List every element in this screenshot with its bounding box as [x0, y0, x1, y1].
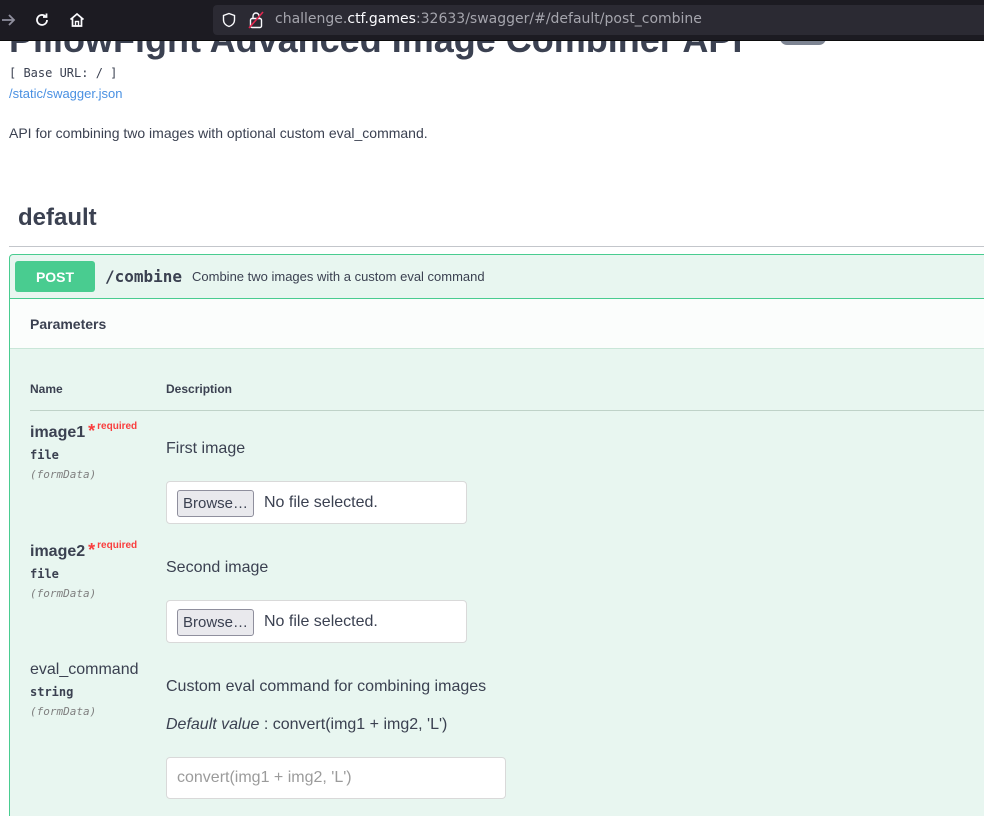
tracking-shield-icon[interactable] [221, 12, 237, 28]
param-name: eval_command [30, 661, 139, 678]
base-url: [ Base URL: / ] [9, 66, 118, 80]
file-status: No file selected. [264, 494, 378, 511]
post-combine-opblock: POST /combine Combine two images with a … [9, 254, 984, 816]
tag-default-header[interactable]: default [18, 204, 97, 232]
param-description: Second image [166, 559, 269, 576]
opblock-summary[interactable]: POST /combine Combine two images with a … [10, 255, 984, 299]
parameters-header: Parameters [10, 299, 984, 349]
param-type: string [30, 685, 74, 699]
insecure-lock-icon[interactable] [248, 11, 264, 29]
operation-path: /combine [105, 267, 183, 286]
browser-toolbar: challenge.ctf.games:32633/swagger/#/defa… [0, 0, 984, 41]
required-star: * [88, 540, 96, 560]
image1-file-input[interactable]: Browse… No file selected. [166, 481, 467, 524]
column-header-name: Name [30, 382, 63, 396]
param-location: (formData) [30, 705, 97, 718]
param-type: file [30, 567, 59, 581]
required-label: required [97, 540, 138, 551]
required-label: required [97, 421, 138, 432]
tag-divider [9, 246, 984, 247]
address-bar[interactable]: challenge.ctf.games:32633/swagger/#/defa… [213, 5, 984, 35]
browse-button[interactable]: Browse… [177, 609, 255, 636]
default-value: Default value : convert(img1 + img2, 'L'… [166, 716, 447, 734]
forward-arrow-icon[interactable] [0, 9, 20, 31]
columns-divider [30, 410, 984, 411]
required-star: * [88, 421, 96, 441]
column-header-description: Description [166, 382, 233, 396]
file-status: No file selected. [264, 613, 378, 630]
swagger-page: PillowFight Advanced Image Combiner API … [0, 41, 984, 816]
param-location: (formData) [30, 587, 97, 600]
operation-summary: Combine two images with a custom eval co… [192, 269, 485, 284]
param-image2: image2 * required file (formData) [30, 540, 137, 600]
method-badge: POST [15, 261, 95, 292]
param-type: file [30, 448, 59, 462]
param-description: Custom eval command for combining images [166, 678, 487, 695]
param-eval-command: eval_command string (formData) [30, 661, 139, 718]
eval-command-input[interactable] [166, 757, 506, 799]
parameters-title: Parameters [30, 316, 107, 332]
version-badge [780, 41, 826, 45]
reload-icon[interactable] [31, 9, 53, 31]
param-name: image1 * required [30, 421, 138, 441]
default-value-text: : convert(img1 + img2, 'L') [259, 716, 448, 733]
image2-file-input[interactable]: Browse… No file selected. [166, 600, 467, 643]
api-title: PillowFight Advanced Image Combiner API [9, 41, 742, 61]
param-image1: image1 * required file (formData) [30, 421, 137, 481]
api-description: API for combining two images with option… [9, 125, 428, 141]
swagger-json-link[interactable]: /static/swagger.json [9, 86, 122, 101]
url-text[interactable]: challenge.ctf.games:32633/swagger/#/defa… [275, 11, 702, 27]
browse-button[interactable]: Browse… [177, 490, 255, 517]
default-value-label: Default value [166, 716, 260, 733]
home-icon[interactable] [66, 9, 88, 31]
param-location: (formData) [30, 468, 97, 481]
param-description: First image [166, 440, 246, 457]
param-name: image2 * required [30, 540, 138, 560]
